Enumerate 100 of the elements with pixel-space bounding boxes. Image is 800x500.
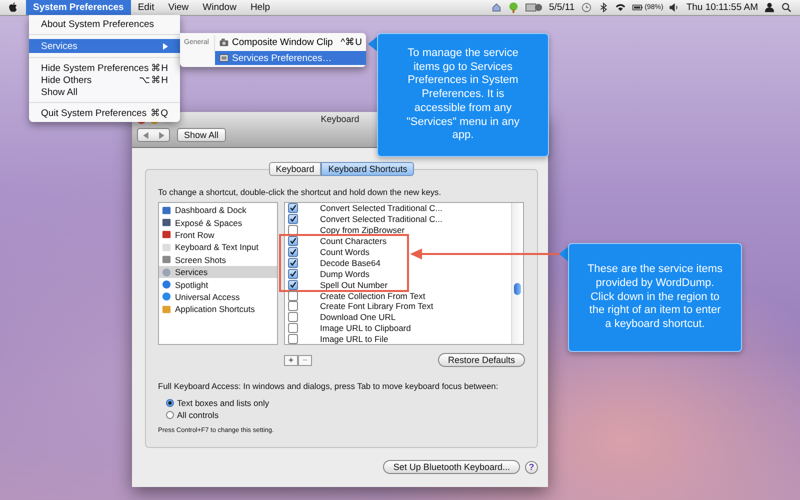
service-label: Create Font Library From Text <box>320 301 434 312</box>
service-row[interactable]: Create Font Library From Text <box>285 301 434 312</box>
menu-title[interactable]: System Preferences <box>26 0 131 15</box>
back-forward-control[interactable] <box>137 128 170 142</box>
radio-label: All controls <box>177 410 219 420</box>
speaker-icon[interactable] <box>669 2 680 13</box>
service-label: Count Characters <box>320 236 387 246</box>
category-item[interactable]: Services <box>159 266 277 278</box>
help-button[interactable]: ? <box>525 460 538 474</box>
menu-item-label: Quit System Preferences <box>41 108 147 118</box>
service-row[interactable]: Create Collection From Text <box>285 290 426 302</box>
checkbox[interactable] <box>288 268 298 279</box>
category-item[interactable]: Keyboard & Text Input <box>159 241 277 254</box>
service-row[interactable]: Decode Base64 <box>285 257 380 268</box>
restore-defaults-button[interactable]: Restore Defaults <box>438 353 525 367</box>
service-label: Count Words <box>320 247 370 257</box>
checkbox[interactable] <box>288 334 298 344</box>
menu-item[interactable]: Show All <box>29 86 180 98</box>
keyboard-shortcut: ⌥⌘H <box>139 74 168 86</box>
apple-logo-icon[interactable] <box>8 2 18 13</box>
service-label: Copy from ZipBrowser <box>320 225 405 236</box>
service-row[interactable]: Count Words <box>285 246 370 258</box>
keyboard-shortcut: ⌘Q <box>150 107 168 119</box>
menu-item[interactable]: Services <box>29 39 180 53</box>
menu-item[interactable]: Composite Window Clip ^⌘U <box>215 35 366 49</box>
checkbox[interactable] <box>288 247 298 257</box>
service-label: Convert Selected Traditional C... <box>320 203 442 214</box>
radio-button[interactable] <box>166 411 174 419</box>
service-label: Dump Words <box>320 268 370 279</box>
checkbox[interactable] <box>288 290 298 301</box>
menu-title[interactable]: Edit <box>130 0 162 15</box>
category-item[interactable]: Dashboard & Dock <box>159 204 277 216</box>
menu-item[interactable]: Services Preferences… <box>215 51 366 65</box>
checkbox[interactable] <box>288 225 298 236</box>
service-row[interactable]: Convert Selected Traditional C... <box>285 214 442 225</box>
menu-item[interactable]: Hide Others ⌥⌘H <box>29 74 180 86</box>
menu-item-label: Services <box>41 40 78 52</box>
checkbox[interactable] <box>288 203 298 214</box>
service-row[interactable]: Count Characters <box>285 236 387 247</box>
checkbox[interactable] <box>288 312 298 322</box>
service-label: Spell Out Number <box>320 280 388 290</box>
service-row[interactable]: Dump Words <box>285 268 370 280</box>
callout-text: These are the service items provided by WordDump. Click down in the region to the right of an item to enter a keyboard shortcut. <box>586 263 724 332</box>
service-row[interactable]: Spell Out Number <box>285 279 388 290</box>
category-item[interactable]: Application Shortcuts <box>159 303 277 316</box>
menu-title[interactable]: View <box>161 0 196 15</box>
menu-item-label: Hide System Preferences <box>41 62 149 74</box>
user-icon[interactable] <box>764 2 775 13</box>
battery-icon[interactable] <box>632 2 643 13</box>
service-row[interactable]: Download One URL <box>285 312 396 323</box>
service-row[interactable]: Convert Selected Traditional C... <box>285 203 442 214</box>
checkbox[interactable] <box>288 323 298 334</box>
service-label: Image URL to File <box>320 334 388 344</box>
tab[interactable]: Keyboard <box>268 162 322 176</box>
house-icon[interactable] <box>490 2 502 13</box>
keyboard-shortcut: ⌘H <box>151 62 168 74</box>
service-row[interactable]: Image URL to File <box>285 334 388 345</box>
date-text[interactable]: 5/5/11 <box>548 2 575 13</box>
service-row[interactable]: Image URL to Clipboard <box>285 322 411 334</box>
tree-icon[interactable] <box>508 2 519 13</box>
checkbox[interactable] <box>288 280 298 290</box>
menu-title[interactable]: Help <box>243 0 277 15</box>
service-label: Image URL to Clipboard <box>320 323 411 334</box>
wifi-icon[interactable] <box>614 2 626 13</box>
checkbox[interactable] <box>288 301 298 312</box>
keyboard-access-label: Full Keyboard Access: In windows and dialogs, press Tab to move keyboard focus between: <box>158 381 500 391</box>
menu-item[interactable]: Hide System Preferences ⌘H <box>29 62 180 74</box>
clock-icon[interactable] <box>580 2 592 13</box>
menu-item-label: Hide Others <box>41 74 92 86</box>
menu-item[interactable]: About System Preferences <box>29 18 180 30</box>
window-title: Keyboard <box>320 114 360 124</box>
instruction-text: To change a shortcut, double-click the shortcut and hold down the new keys. <box>158 187 442 197</box>
service-row[interactable]: Copy from ZipBrowser <box>285 224 405 236</box>
radio-button[interactable] <box>166 399 174 407</box>
bluetooth-keyboard-button[interactable]: Set Up Bluetooth Keyboard... <box>383 460 520 474</box>
radio-option[interactable]: All controls <box>158 409 525 421</box>
service-label: Convert Selected Traditional C... <box>320 214 442 224</box>
category-item[interactable]: Spotlight <box>159 278 277 291</box>
checkbox[interactable] <box>288 258 298 268</box>
checkbox[interactable] <box>288 214 298 224</box>
menu-title[interactable]: Window <box>196 0 244 15</box>
window-icon <box>219 53 229 63</box>
clock-text[interactable]: Thu 10:11:55 AM <box>686 2 758 13</box>
monitor-icon[interactable] <box>524 2 543 13</box>
radio-option[interactable]: Text boxes and lists only <box>158 397 525 409</box>
bluetooth-icon[interactable] <box>598 2 609 13</box>
menu-item[interactable]: Quit System Preferences ⌘Q <box>29 107 180 119</box>
keyboard-shortcut: ^⌘U <box>340 36 362 48</box>
checkbox[interactable] <box>288 236 298 246</box>
scrollbar[interactable] <box>511 203 523 344</box>
add-button[interactable]: + <box>284 354 298 366</box>
category-item[interactable]: Screen Shots <box>159 254 277 266</box>
menu-item-label: Services Preferences… <box>232 52 332 64</box>
radio-label: Text boxes and lists only <box>177 398 270 408</box>
menu-item-label: Show All <box>41 86 78 98</box>
category-item[interactable]: Exposé & Spaces <box>159 216 277 229</box>
tab[interactable]: Keyboard Shortcuts <box>321 162 414 176</box>
category-item[interactable]: Universal Access <box>159 290 277 304</box>
category-item[interactable]: Front Row <box>159 228 277 242</box>
show-all-button[interactable]: Show All <box>177 128 226 142</box>
